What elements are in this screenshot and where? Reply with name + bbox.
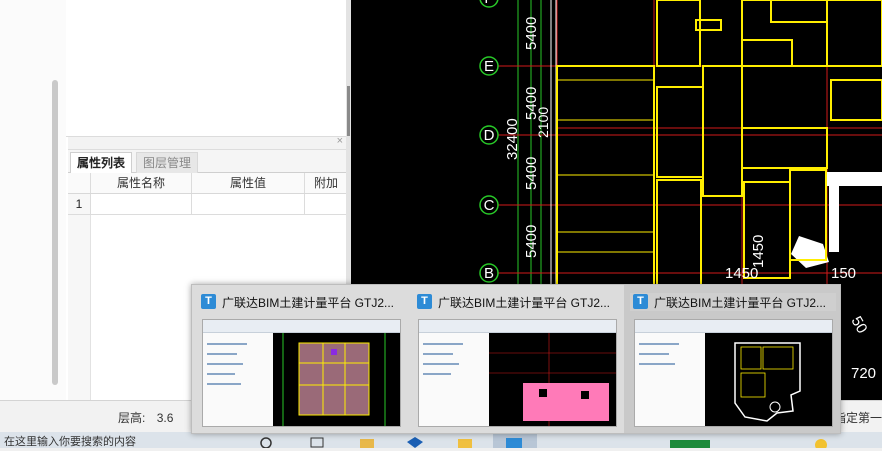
dim-label-3: 5400 [523, 157, 540, 190]
thumbnail-canvas [705, 333, 832, 426]
preview-thumbnail [418, 319, 617, 427]
thumbnail-ribbon [419, 320, 616, 333]
dim-label-5: 1450 [750, 235, 767, 268]
table-row[interactable]: 1 [68, 194, 347, 215]
panel-divider: × [68, 135, 347, 150]
floor-height: 层高: 3.6 [118, 409, 173, 426]
floor-height-label: 层高: [118, 411, 146, 425]
dim-label-7: 150 [831, 265, 856, 282]
property-extra-cell[interactable] [304, 194, 347, 214]
axis-label-e: E [484, 58, 494, 75]
app-blue-icon[interactable] [406, 434, 424, 448]
dim-label-9: 50 [848, 314, 871, 337]
thumbnail-sidebar [203, 333, 274, 426]
column-header-name[interactable]: 属性名称 [90, 173, 191, 193]
tray-app-icon[interactable] [668, 434, 712, 448]
windows-taskbar: 在这里输入你要搜索的内容 [0, 432, 882, 451]
property-name-cell[interactable] [90, 194, 191, 214]
notification-icon[interactable] [812, 434, 830, 451]
dim-label-6: 1450 [725, 265, 758, 282]
gtj-taskbar-button[interactable] [493, 434, 537, 448]
tab-layer-management[interactable]: 图层管理 [136, 152, 199, 173]
preview-title: 广联达BIM土建计量平台 GTJ2... [438, 296, 611, 310]
row-index-column [68, 215, 91, 400]
search-icon[interactable] [258, 434, 276, 449]
preview-header: T 广联达BIM土建计量平台 GTJ2... [630, 293, 836, 311]
app-folder-icon[interactable] [456, 434, 474, 448]
property-value-cell[interactable] [191, 194, 304, 214]
axis-label-c: C [484, 197, 495, 214]
axis-label-f: F [484, 0, 493, 7]
preview-header: T 广联达BIM土建计量平台 GTJ2... [414, 293, 620, 311]
floor-height-value: 3.6 [156, 411, 174, 425]
dim-label-total: 32400 [504, 118, 521, 160]
component-list-area [66, 0, 348, 137]
thumbnail-ribbon [635, 320, 832, 333]
dim-label-1: 5400 [523, 17, 540, 50]
preview-title: 广联达BIM土建计量平台 GTJ2... [654, 296, 827, 310]
task-view-icon[interactable] [308, 434, 326, 448]
preview-thumbnail [202, 319, 401, 427]
tab-property-list[interactable]: 属性列表 [70, 152, 133, 173]
taskbar-preview-popup: T 广联达BIM土建计量平台 GTJ2... T 广联达BIM土建计量平台 GT… [191, 284, 841, 434]
preview-thumbnail [634, 319, 833, 427]
file-explorer-icon[interactable] [358, 434, 376, 448]
property-tabs: 属性列表 图层管理 [68, 150, 347, 173]
axis-label-b: B [484, 265, 494, 282]
column-header-value[interactable]: 属性值 [191, 173, 304, 193]
gtj-app-icon: T [633, 294, 648, 309]
taskbar-search-text[interactable]: 在这里输入你要搜索的内容 [4, 433, 136, 449]
preview-window-2[interactable]: T 广联达BIM土建计量平台 GTJ2... [408, 285, 624, 433]
row-index: 1 [68, 194, 90, 214]
thumbnail-canvas [273, 333, 400, 426]
preview-window-1[interactable]: T 广联达BIM土建计量平台 GTJ2... [192, 285, 408, 433]
left-nav-panel [0, 0, 67, 400]
left-panel-scrollbar[interactable] [52, 80, 58, 385]
splitter-handle[interactable] [347, 86, 350, 136]
preview-title: 广联达BIM土建计量平台 GTJ2... [222, 296, 395, 310]
thumbnail-canvas [489, 333, 616, 426]
row-index-header [68, 173, 90, 193]
dim-label-small: 2100 [535, 107, 551, 138]
thumbnail-sidebar [419, 333, 490, 426]
dim-label-8: 720 [851, 365, 876, 382]
property-table-header: 属性名称 属性值 附加 [68, 173, 347, 194]
thumbnail-sidebar [635, 333, 706, 426]
thumbnail-ribbon [203, 320, 400, 333]
close-icon[interactable]: × [337, 135, 343, 147]
preview-header: T 广联达BIM土建计量平台 GTJ2... [198, 293, 404, 311]
column-header-extra[interactable]: 附加 [304, 173, 347, 193]
dim-label-4: 5400 [523, 225, 540, 258]
axis-label-d: D [484, 127, 495, 144]
gtj-app-icon: T [417, 294, 432, 309]
gtj-app-icon: T [201, 294, 216, 309]
preview-window-3[interactable]: T 广联达BIM土建计量平台 GTJ2... [624, 285, 840, 433]
